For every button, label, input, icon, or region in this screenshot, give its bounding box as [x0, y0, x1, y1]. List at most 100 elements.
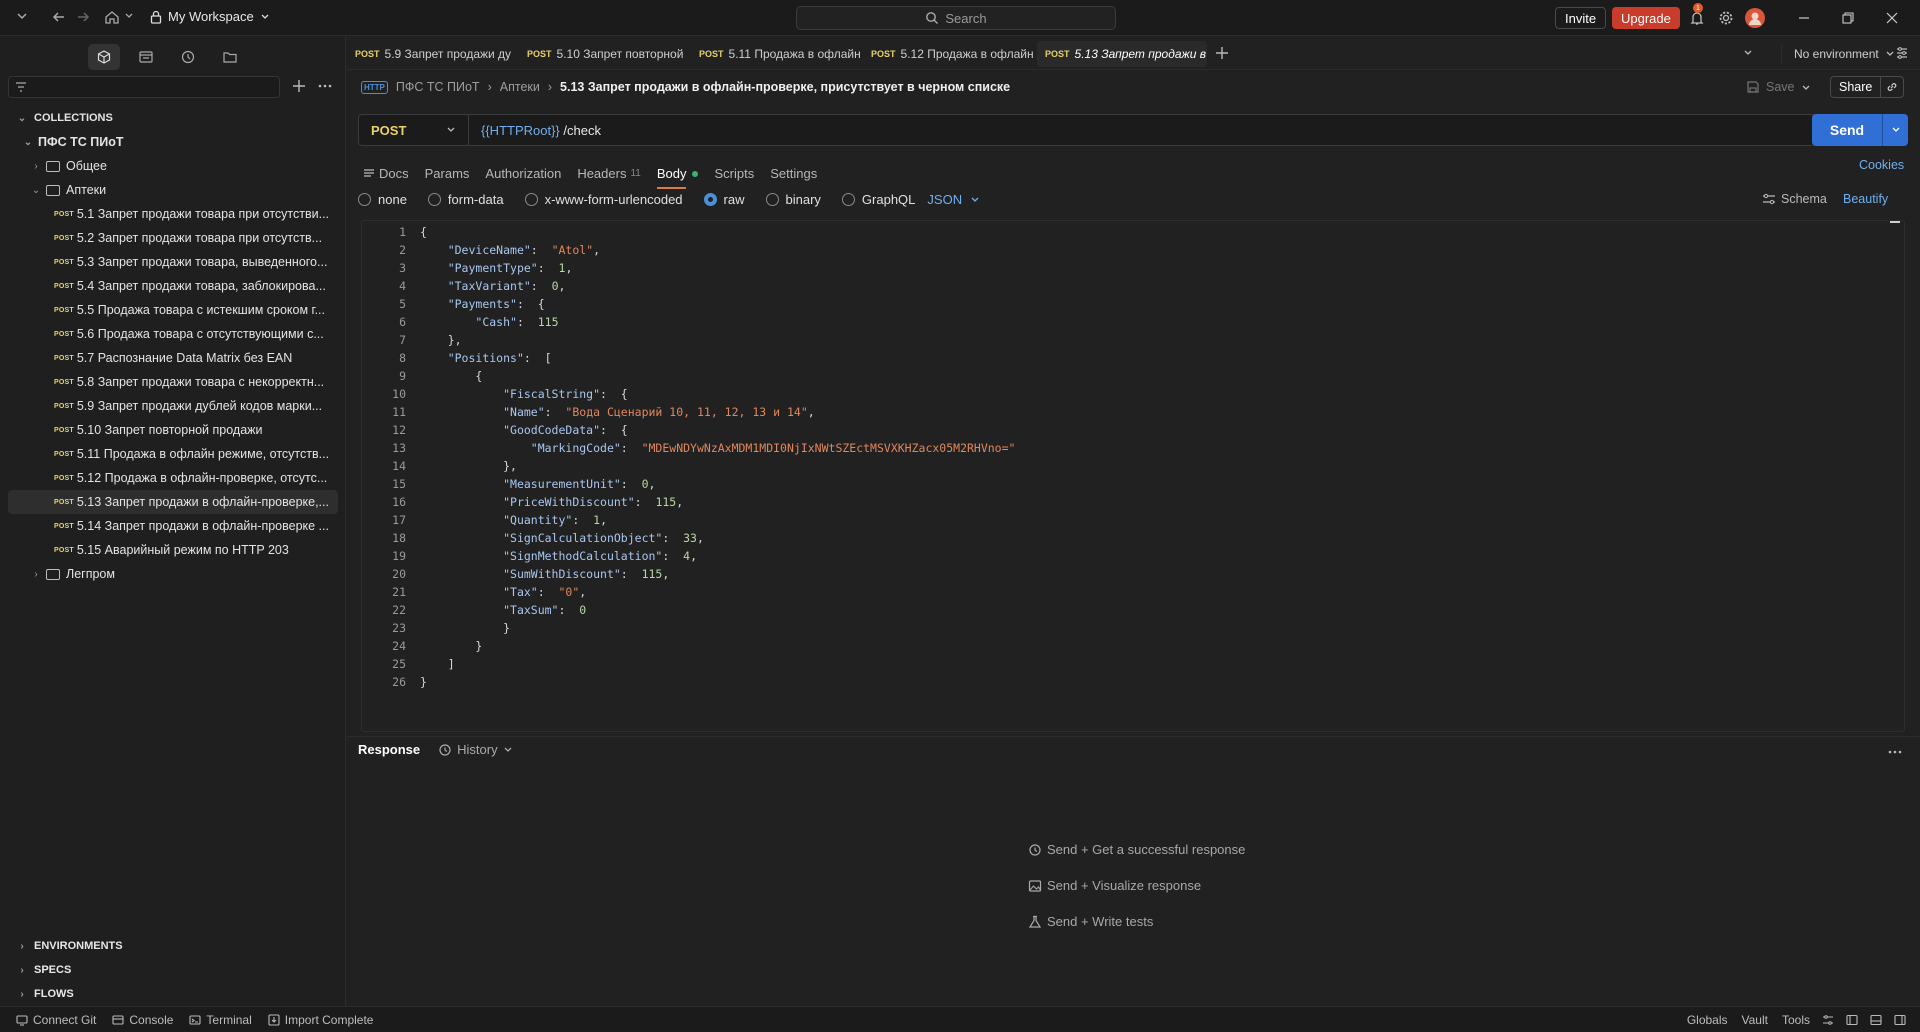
breadcrumb-collection[interactable]: ПФС ТС ПИоТ: [396, 80, 480, 94]
save-chevron-icon[interactable]: [1801, 83, 1811, 93]
terminal-button[interactable]: Terminal: [189, 1013, 252, 1027]
share-button[interactable]: Share: [1831, 77, 1882, 97]
folder-item-legprom[interactable]: › Легпром: [0, 562, 346, 586]
radio-urlencoded[interactable]: x-www-form-urlencoded: [524, 192, 683, 207]
restore-icon[interactable]: [1842, 12, 1854, 24]
invite-button[interactable]: Invite: [1555, 7, 1607, 29]
format-select[interactable]: JSON: [927, 192, 980, 207]
sidebar-request-item[interactable]: POST 5.11 Продажа в офлайн режиме, отсутс…: [0, 442, 346, 466]
layout-bottom-icon[interactable]: [1870, 1014, 1882, 1026]
tabs-menu-chevron-icon[interactable]: [1743, 48, 1753, 58]
sidebar-request-item[interactable]: POST 5.15 Аварийный режим по HTTP 203: [0, 538, 346, 562]
hint-visualize-response[interactable]: Send + Visualize response: [1028, 878, 1201, 893]
sidebar-request-item[interactable]: POST 5.7 Распознание Data Matrix без EAN: [0, 346, 346, 370]
beautify-button[interactable]: Beautify: [1843, 192, 1888, 206]
settings-sliders-icon[interactable]: [1822, 1014, 1834, 1026]
add-icon[interactable]: [292, 79, 306, 93]
hint-write-tests[interactable]: Send + Write tests: [1028, 914, 1153, 929]
tab-5-13[interactable]: POST 5.13 Запрет продажи в: [1037, 41, 1207, 67]
radio-binary[interactable]: binary: [765, 192, 821, 207]
url-input[interactable]: {{HTTPRoot}} /check: [469, 123, 601, 138]
specs-section[interactable]: › SPECS: [0, 958, 346, 982]
editor-scrollbar[interactable]: [1890, 221, 1900, 223]
tab-settings[interactable]: Settings: [770, 166, 817, 181]
minimize-icon[interactable]: [1798, 12, 1810, 24]
folder-item-general[interactable]: › Общее: [0, 154, 346, 178]
radio-none[interactable]: none: [358, 192, 407, 207]
console-button[interactable]: Console: [112, 1013, 173, 1027]
connect-git-button[interactable]: Connect Git: [16, 1013, 96, 1027]
workspace-switcher[interactable]: My Workspace: [150, 9, 270, 24]
radio-graphql[interactable]: GraphQL: [841, 192, 915, 207]
tab-5-11[interactable]: POST 5.11 Продажа в офлайн: [691, 41, 861, 67]
environment-selector[interactable]: No environment: [1781, 45, 1895, 63]
tab-docs[interactable]: Docs: [379, 166, 409, 181]
sidebar-request-item[interactable]: POST 5.12 Продажа в офлайн-проверке, отсу…: [0, 466, 346, 490]
copy-link-icon[interactable]: [1881, 81, 1903, 93]
tools-button[interactable]: Tools: [1782, 1013, 1810, 1027]
sidebar-request-item[interactable]: POST 5.2 Запрет продажи товара при отсутс…: [0, 226, 346, 250]
home-chevron-icon[interactable]: [124, 11, 134, 21]
response-more-icon[interactable]: [1888, 745, 1902, 759]
back-arrow-icon[interactable]: [52, 10, 66, 24]
avatar[interactable]: [1745, 8, 1765, 28]
radio-form-data[interactable]: form-data: [427, 192, 504, 207]
tab-headers[interactable]: Headers: [577, 166, 626, 181]
tab-authorization[interactable]: Authorization: [485, 166, 561, 181]
schema-button[interactable]: Schema: [1762, 192, 1827, 206]
search-input[interactable]: Search: [796, 6, 1116, 30]
sidebar-request-item[interactable]: POST 5.9 Запрет продажи дублей кодов марк…: [0, 394, 346, 418]
folder-item-pharmacies[interactable]: ⌄ Аптеки: [0, 178, 346, 202]
flows-section[interactable]: › FLOWS: [0, 982, 346, 1006]
layout-right-icon[interactable]: [1894, 1014, 1906, 1026]
environments-tab[interactable]: [130, 44, 162, 70]
send-options-icon[interactable]: [1882, 114, 1908, 146]
radio-raw[interactable]: raw: [703, 192, 745, 207]
hint-successful-response[interactable]: Send + Get a successful response: [1028, 842, 1245, 857]
tab-5-9[interactable]: POST 5.9 Запрет продажи ду: [347, 41, 517, 67]
filter-input[interactable]: [8, 76, 280, 98]
collections-header[interactable]: ⌄ COLLECTIONS: [0, 106, 346, 130]
import-status[interactable]: Import Complete: [268, 1013, 373, 1027]
history-tab[interactable]: [172, 44, 204, 70]
panel-divider[interactable]: [347, 736, 1920, 737]
layout-sidebar-icon[interactable]: [1846, 1014, 1858, 1026]
files-tab[interactable]: [214, 44, 246, 70]
history-button[interactable]: History: [438, 742, 512, 757]
menu-chevron-icon[interactable]: [16, 10, 28, 22]
tab-5-12[interactable]: POST 5.12 Продажа в офлайн: [863, 41, 1033, 67]
new-tab-icon[interactable]: [1215, 46, 1229, 60]
gear-icon[interactable]: [1718, 10, 1734, 26]
tab-scripts[interactable]: Scripts: [714, 166, 754, 181]
save-button[interactable]: Save: [1746, 80, 1795, 94]
breadcrumb-folder[interactable]: Аптеки: [500, 80, 540, 94]
tab-body[interactable]: Body: [656, 166, 687, 189]
environments-section[interactable]: › ENVIRONMENTS: [0, 934, 346, 958]
collections-tab[interactable]: [88, 44, 120, 70]
sidebar-request-item[interactable]: POST 5.5 Продажа товара с истекшим сроком…: [0, 298, 346, 322]
sidebar-request-item[interactable]: POST 5.4 Запрет продажи товара, заблокиро…: [0, 274, 346, 298]
globals-button[interactable]: Globals: [1687, 1013, 1728, 1027]
tab-5-10[interactable]: POST 5.10 Запрет повторной: [519, 41, 689, 67]
body-editor[interactable]: 1 2 3 4 5 6 7 8 9 10 11 12 13 14 15 16 17 18 19 20 21 22 23 24 2…: [361, 220, 1905, 732]
request-title[interactable]: 5.13 Запрет продажи в офлайн-проверке, п…: [560, 80, 1010, 94]
cookies-link[interactable]: Cookies: [1859, 158, 1904, 172]
forward-arrow-icon[interactable]: [76, 10, 90, 24]
sidebar-request-item[interactable]: POST 5.6 Продажа товара с отсутствующими …: [0, 322, 346, 346]
environment-settings-icon[interactable]: [1895, 46, 1909, 60]
method-select[interactable]: POST: [359, 115, 469, 145]
collection-item[interactable]: ⌄ ПФС ТС ПИоТ: [0, 130, 346, 154]
sidebar-request-item[interactable]: POST 5.8 Запрет продажи товара с некоррек…: [0, 370, 346, 394]
sidebar-request-item[interactable]: POST 5.14 Запрет продажи в офлайн-проверк…: [0, 514, 346, 538]
close-window-icon[interactable]: [1886, 12, 1898, 24]
home-icon[interactable]: [104, 9, 120, 25]
sidebar-request-item[interactable]: POST 5.13 Запрет продажи в офлайн-проверк…: [8, 490, 338, 514]
sidebar-request-item[interactable]: POST 5.3 Запрет продажи товара, выведенно…: [0, 250, 346, 274]
send-button[interactable]: Send: [1812, 122, 1882, 138]
sidebar-request-item[interactable]: POST 5.1 Запрет продажи товара при отсутс…: [0, 202, 346, 226]
upgrade-button[interactable]: Upgrade: [1612, 7, 1680, 29]
vault-button[interactable]: Vault: [1742, 1013, 1768, 1027]
tab-params[interactable]: Params: [425, 166, 470, 181]
more-options-icon[interactable]: [318, 79, 332, 93]
sidebar-request-item[interactable]: POST 5.10 Запрет повторной продажи: [0, 418, 346, 442]
